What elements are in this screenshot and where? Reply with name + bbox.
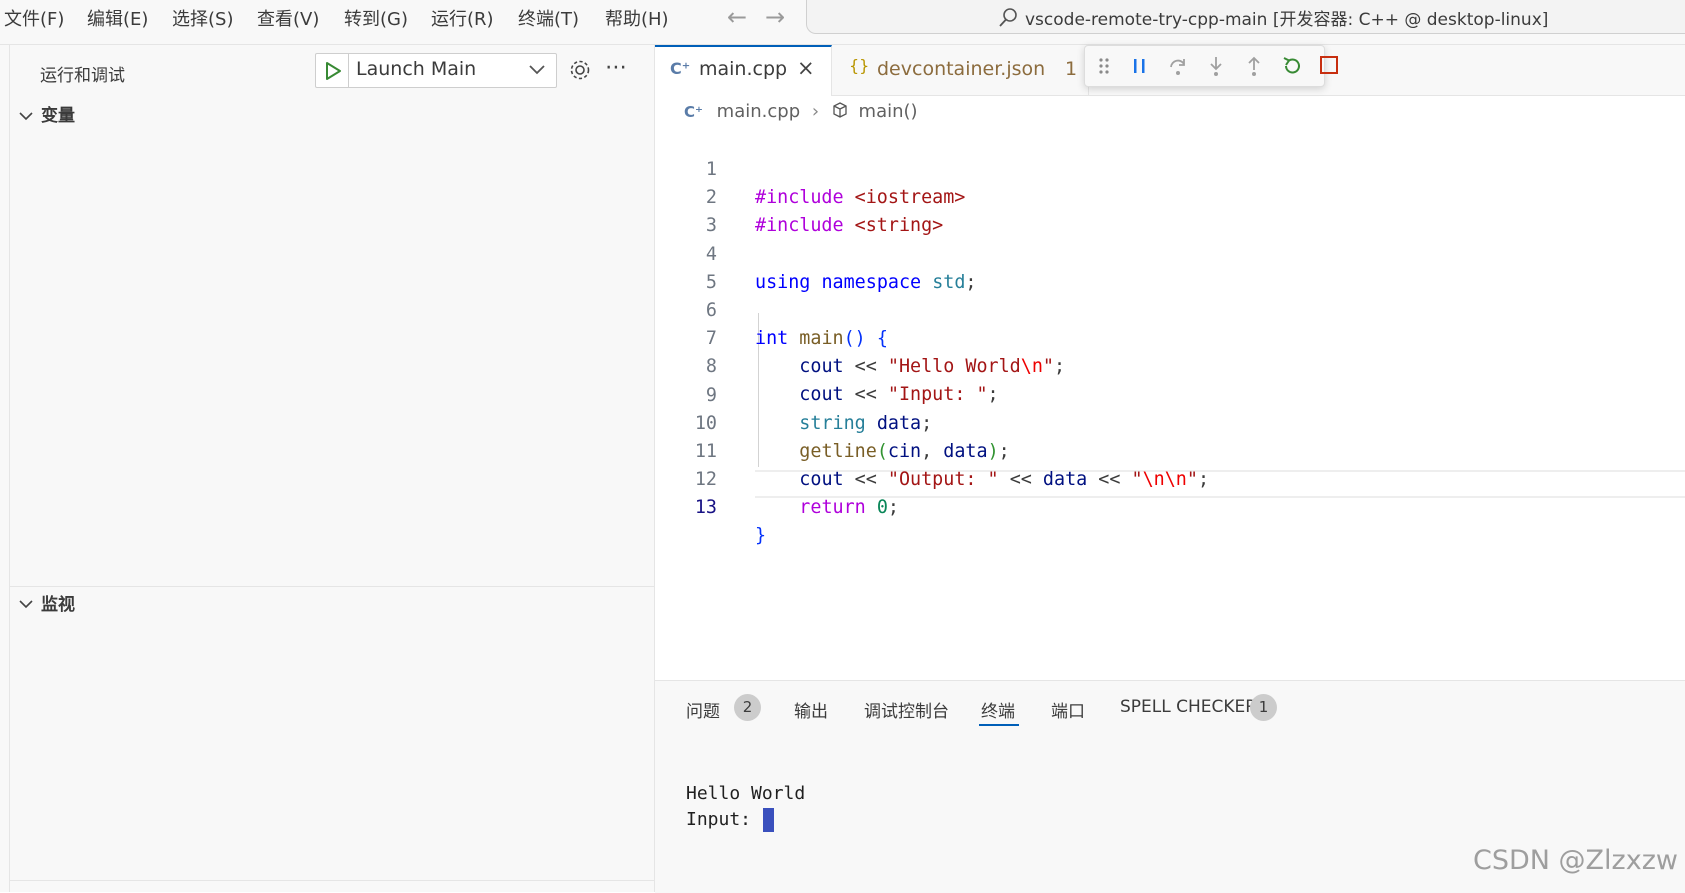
cpp-file-icon: C⁺ (684, 103, 703, 121)
panel-tab-ports[interactable]: 端口 (1051, 697, 1085, 722)
code-line: 8 cout << "Input: "; (655, 325, 999, 405)
code-line: 5 (655, 241, 717, 293)
problems-count-badge: 2 (734, 694, 761, 721)
breadcrumb-chevron-icon: › (811, 101, 820, 122)
step-into-icon[interactable] (1205, 55, 1227, 77)
command-center[interactable]: vscode-remote-try-cpp-main [开发容器: C++ @ … (806, 0, 1685, 34)
code-text: #include <string> (755, 215, 944, 236)
debug-sidebar (0, 45, 655, 892)
code-line: 2 #include <string> (655, 156, 943, 236)
back-arrow-icon[interactable]: ← (727, 3, 747, 31)
search-icon (999, 8, 1017, 27)
breadcrumb: C⁺ main.cpp › main() (684, 101, 918, 122)
menu-help[interactable]: 帮助(H) (605, 5, 669, 31)
activity-bar-edge (0, 45, 10, 892)
code-line: 6 int main() { (655, 269, 888, 349)
menu-edit[interactable]: 编辑(E) (87, 5, 148, 31)
code-line: 4 using namespace std; (655, 213, 977, 293)
code-text: } (755, 525, 767, 546)
watermark: CSDN @Zlzxzw (1473, 845, 1678, 876)
gear-icon[interactable] (568, 58, 592, 82)
panel-tab-debug-console[interactable]: 调试控制台 (864, 697, 949, 722)
chevron-down-icon[interactable] (18, 598, 34, 612)
code-text: cout << "Input: "; (799, 384, 999, 405)
code-line: 11 cout << "Output: " << data << "\n\n"; (655, 410, 1209, 490)
forward-arrow-icon[interactable]: → (765, 3, 785, 31)
command-center-text: vscode-remote-try-cpp-main [开发容器: C++ @ … (1025, 10, 1549, 30)
method-cube-icon (833, 102, 847, 118)
section-divider (10, 586, 654, 587)
panel-tab-terminal[interactable]: 终端 (981, 697, 1015, 722)
terminal-output-line: Hello World (686, 783, 806, 804)
launch-config-dropdown[interactable]: Launch Main (315, 53, 557, 88)
code-line: 3 (655, 184, 717, 236)
terminal-output-line: Input: (686, 809, 762, 830)
breadcrumb-file[interactable]: main.cpp (717, 101, 800, 122)
code-text: cout << "Hello World\n"; (799, 356, 1066, 377)
tab-label: main.cpp (699, 58, 788, 80)
menu-selection[interactable]: 选择(S) (172, 5, 233, 31)
more-actions-icon[interactable]: ⋯ (605, 55, 627, 80)
breadcrumb-symbol[interactable]: main() (859, 101, 918, 122)
code-line: 10 getline(cin, data); (655, 382, 1010, 462)
chevron-down-icon (529, 65, 545, 75)
pause-icon[interactable] (1129, 55, 1151, 77)
json-file-icon: {} (849, 56, 870, 75)
line-number: 13 (694, 497, 717, 518)
code-line: 12 return 0; (655, 438, 899, 518)
code-line: 13 } (655, 466, 766, 546)
variables-header[interactable]: 变量 (41, 101, 75, 126)
start-debugging-icon[interactable] (324, 61, 342, 81)
section-divider (10, 880, 654, 881)
code-line: 1 #include <iostream> (655, 128, 965, 208)
chevron-down-icon[interactable] (18, 110, 34, 124)
step-out-icon[interactable] (1243, 55, 1265, 77)
stop-icon[interactable] (1318, 54, 1340, 76)
menu-view[interactable]: 查看(V) (257, 5, 319, 31)
drag-handle-icon[interactable] (1093, 55, 1115, 77)
tab-devcontainer-json[interactable]: {} devcontainer.json 1 (833, 45, 1089, 95)
menu-go[interactable]: 转到(G) (344, 5, 408, 31)
menu-run[interactable]: 运行(R) (431, 5, 494, 31)
active-tab-underline (979, 724, 1019, 726)
spell-checker-count-badge: 1 (1250, 694, 1277, 721)
watch-header[interactable]: 监视 (41, 590, 75, 615)
launch-config-label: Launch Main (356, 58, 477, 80)
code-text: #include <iostream> (755, 187, 966, 208)
menu-terminal[interactable]: 终端(T) (518, 5, 579, 31)
terminal-cursor (763, 808, 774, 832)
code-text: int main() { (755, 328, 888, 349)
debug-toolbar (1084, 45, 1325, 87)
panel-tab-problems[interactable]: 问题 (686, 697, 720, 722)
close-icon[interactable]: × (797, 56, 815, 80)
code-text: getline(cin, data); (799, 441, 1010, 462)
step-over-icon[interactable] (1167, 55, 1189, 77)
panel-tab-output[interactable]: 输出 (794, 697, 828, 722)
restart-icon[interactable] (1281, 55, 1303, 77)
code-line: 9 string data; (655, 354, 932, 434)
code-text: string data; (799, 413, 933, 434)
code-text: using namespace std; (755, 272, 977, 293)
tab-label: devcontainer.json (877, 58, 1046, 80)
code-line: 7 cout << "Hello World\n"; (655, 297, 1065, 377)
code-editor[interactable]: 1 #include <iostream> 2 #include <string… (655, 128, 1685, 678)
cpp-file-icon: C⁺ (670, 59, 691, 78)
menu-file[interactable]: 文件(F) (4, 5, 64, 31)
panel-tab-spell-checker[interactable]: SPELL CHECKER (1120, 697, 1257, 717)
code-text: return 0; (799, 497, 899, 518)
code-text: cout << "Output: " << data << "\n\n"; (799, 469, 1210, 490)
launch-separator (348, 54, 349, 87)
sidebar-title: 运行和调试 (40, 66, 125, 86)
tab-main-cpp[interactable]: C⁺ main.cpp × (655, 45, 832, 96)
problem-count-badge: 1 (1065, 58, 1078, 80)
